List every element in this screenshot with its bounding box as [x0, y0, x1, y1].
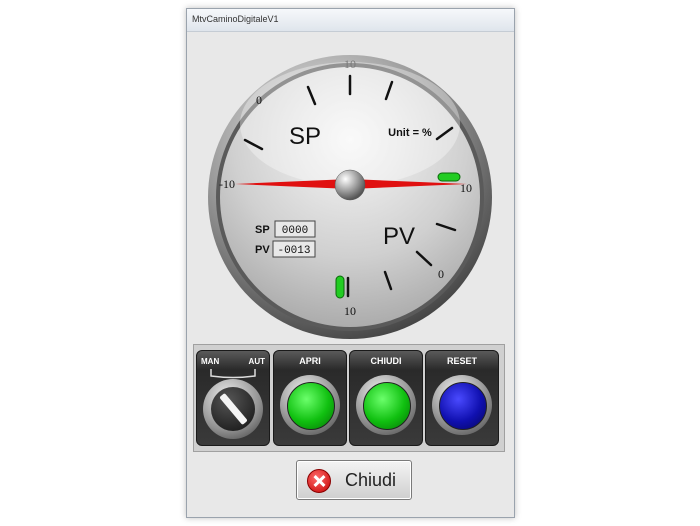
gauge: 10 0 -10 10 0 10 SP PV Unit = % SP 0000 …	[208, 55, 492, 339]
sp-value: 0000	[282, 225, 308, 237]
chiudi-control: CHIUDI	[349, 350, 423, 446]
apri-button[interactable]	[287, 382, 335, 430]
reset-bezel	[432, 375, 492, 435]
knob-pointer-icon	[219, 392, 248, 426]
apri-label: APRI	[299, 356, 321, 366]
close-button[interactable]: Chiudi	[296, 460, 412, 500]
chiudi-valve-button[interactable]	[363, 382, 411, 430]
apri-bezel	[280, 375, 340, 435]
sp-field-label: SP	[255, 224, 270, 236]
gauge-hub	[334, 169, 366, 201]
reset-control: RESET	[425, 350, 499, 446]
scale-label-top-left: 0	[256, 93, 262, 107]
apri-control: APRI	[273, 350, 347, 446]
mode-man-label: MAN	[201, 357, 220, 366]
reset-button[interactable]	[439, 382, 487, 430]
close-button-label: Chiudi	[345, 470, 397, 490]
scale-label-bottom: 10	[344, 304, 356, 318]
chiudi-bezel	[356, 375, 416, 435]
sp-label: SP	[289, 123, 321, 150]
selector-knob-bezel	[203, 379, 263, 439]
close-x-icon	[307, 469, 331, 493]
pv-value: -0013	[277, 245, 310, 257]
selector-knob[interactable]	[211, 387, 255, 431]
pv-label: PV	[383, 223, 415, 250]
mode-selector[interactable]: MAN AUT	[196, 350, 270, 446]
reset-label: RESET	[446, 356, 477, 366]
mode-aut-label: AUT	[248, 357, 265, 366]
right-indicator	[437, 172, 461, 182]
scale-label-top: 10	[344, 57, 356, 71]
chiudi-label: CHIUDI	[370, 356, 402, 366]
scale-label-left: -10	[219, 177, 235, 191]
scale-label-right: 10	[460, 181, 472, 195]
unit-label: Unit = %	[388, 127, 432, 139]
scale-label-bottom-right: 0	[438, 267, 444, 281]
bottom-indicator	[335, 275, 345, 299]
window-title: MtvCaminoDigitaleV1	[192, 14, 279, 24]
pv-field-label: PV	[255, 244, 270, 256]
title-bar[interactable]: MtvCaminoDigitaleV1	[187, 9, 514, 32]
